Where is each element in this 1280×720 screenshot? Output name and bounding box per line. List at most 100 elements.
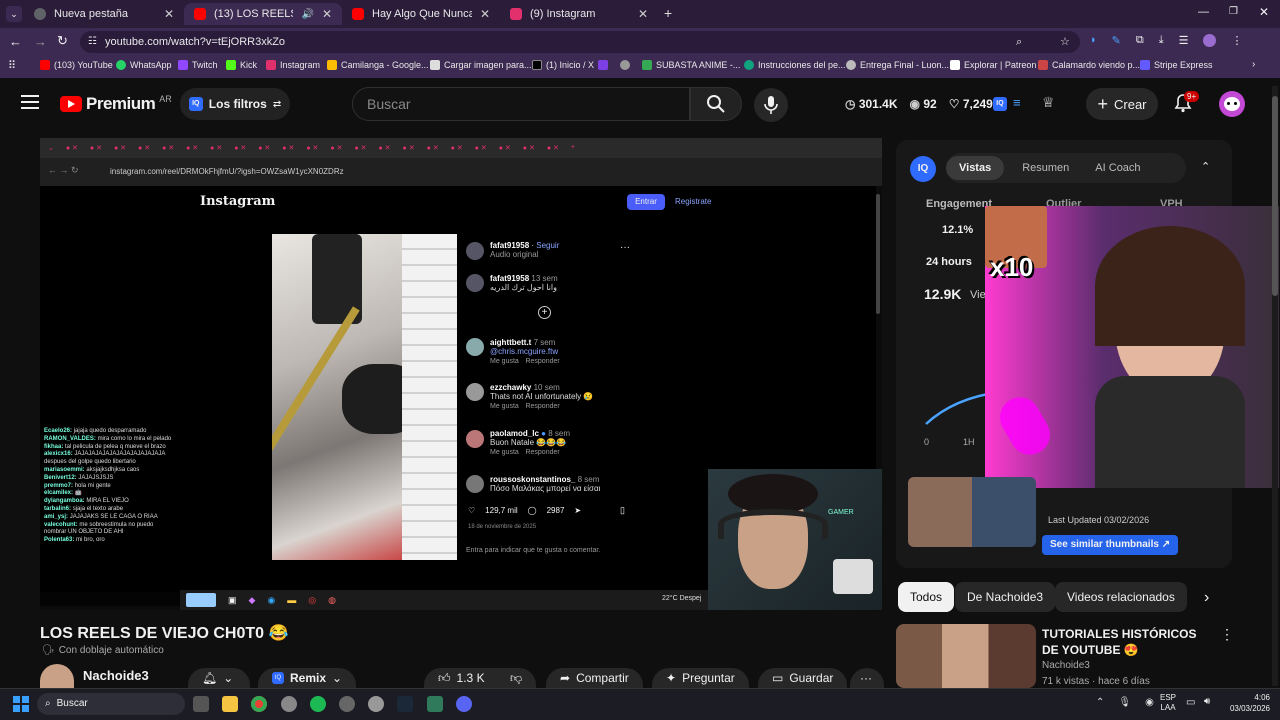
more-bookmarks-icon[interactable]: › (1252, 59, 1255, 70)
chip-videos-relacionados[interactable]: Videos relacionados (1055, 582, 1187, 612)
bookmark-kick[interactable]: Kick (226, 60, 257, 70)
collapse-icon[interactable]: ⌃ (1201, 160, 1210, 173)
bookmark-cargar[interactable]: Cargar imagen para... (430, 60, 532, 70)
tab-new[interactable]: Nueva pestaña ✕ (24, 3, 184, 25)
windows-start-icon[interactable] (13, 696, 29, 712)
login-button[interactable]: Entrar (627, 194, 665, 210)
create-button[interactable]: + Crear (1086, 88, 1158, 120)
save-post-icon[interactable]: ▯ (620, 505, 625, 516)
menu-list-icon[interactable]: ☰ (1179, 34, 1189, 47)
chips-next-icon[interactable]: › (1204, 589, 1209, 607)
bookmark-subasta[interactable]: SUBASTA ANIME -... (642, 60, 740, 70)
bookmark-calamardo[interactable]: Calamardo viendo p... (1038, 60, 1140, 70)
back-icon[interactable]: ← (9, 34, 22, 49)
chevron-up-icon[interactable]: ⌃ (1096, 697, 1104, 708)
bookmark-twitch[interactable]: Twitch (178, 60, 218, 70)
close-icon[interactable]: ✕ (164, 7, 174, 21)
forward-icon[interactable]: → (34, 34, 47, 49)
zoom-icon[interactable]: ⌕ (1016, 31, 1022, 53)
similar-thumbnails-button[interactable]: See similar thumbnails ↗ (1042, 535, 1179, 555)
rec-menu-icon[interactable]: ⋮ (1220, 626, 1234, 643)
extension-icon[interactable]: ✎ (1112, 34, 1121, 47)
iq-extension-icon[interactable]: IQ (993, 97, 1007, 111)
bookmark-star-icon[interactable]: ☆ (1060, 31, 1070, 53)
thumbnail-preview[interactable] (908, 477, 1036, 547)
puzzle-icon[interactable]: ⧉ (1136, 34, 1144, 47)
folder-icon[interactable] (222, 696, 238, 712)
bookmark-instagram[interactable]: Instagram (266, 60, 320, 70)
close-icon[interactable]: ✕ (322, 7, 332, 21)
site-info-icon[interactable]: ☷ (88, 31, 97, 53)
notifications-button[interactable]: 9+ (1174, 91, 1200, 118)
voice-search-button[interactable] (754, 88, 788, 122)
tab-resumen[interactable]: Resumen (1004, 156, 1087, 180)
hamburger-menu-icon[interactable] (21, 95, 39, 109)
bookmark-patreon[interactable]: Explorar | Patreon (950, 60, 1036, 70)
follow-link[interactable]: Seguir (536, 241, 559, 250)
add-comment-icon[interactable]: + (538, 306, 551, 319)
search-input[interactable]: Buscar (352, 87, 690, 121)
rec-thumbnail[interactable] (896, 624, 1036, 688)
bookmark-entrega[interactable]: Entrega Final - Luon... (846, 60, 949, 70)
bookmark-globe[interactable] (620, 60, 630, 70)
ask-button[interactable]: ✦ Preguntar (652, 668, 749, 688)
chip-todos[interactable]: Todos (898, 582, 955, 612)
reel-video[interactable] (272, 234, 457, 560)
page-scrollbar[interactable] (1272, 86, 1278, 686)
extension-icon[interactable]: ◗ (1090, 34, 1097, 47)
share-icon[interactable]: ➤ (574, 506, 581, 515)
volume-icon[interactable]: 🔊︎ (1204, 696, 1210, 707)
remix-button[interactable]: IQ Remix ⌄ (258, 668, 357, 688)
rec-title[interactable]: TUTORIALES HISTÓRICOS DE YOUTUBE 😍 (1042, 626, 1212, 658)
chip-de-nachoide3[interactable]: De Nachoide3 (955, 582, 1056, 612)
bookmark-purple[interactable] (598, 60, 608, 70)
tab-search-icon[interactable]: ⌄ (6, 6, 22, 22)
bookmark-stripe[interactable]: Stripe Express (1140, 60, 1213, 70)
download-icon[interactable]: ⤓ (1159, 34, 1164, 47)
terminal-icon[interactable] (427, 696, 443, 712)
tab-ai-coach[interactable]: AI Coach (1087, 156, 1148, 180)
close-icon[interactable]: ✕ (480, 7, 490, 21)
subscribe-bell-button[interactable]: 🔔︎ ⌄ (188, 668, 250, 688)
app-icon[interactable] (339, 696, 355, 712)
heart-icon[interactable]: ♡ (468, 506, 475, 515)
app-icon[interactable] (193, 696, 209, 712)
dislike-button[interactable]: 👎︎ (496, 668, 537, 688)
tab-vistas[interactable]: Vistas (946, 156, 1005, 180)
language-indicator[interactable]: ESP LAA (1160, 693, 1176, 713)
metric-engagement[interactable]: Engagement (926, 198, 992, 210)
more-options-icon[interactable]: ··· (620, 242, 630, 253)
bookmark-youtube[interactable]: (103) YouTube (40, 60, 113, 70)
reload-icon[interactable]: ↻ (57, 33, 68, 49)
rec-channel[interactable]: Nachoide3 (1042, 660, 1090, 671)
clock[interactable]: 4:06 03/03/2026 (1224, 692, 1270, 714)
discord-icon[interactable] (456, 696, 472, 712)
apps-icon[interactable]: ⠿ (8, 59, 16, 72)
register-link[interactable]: Registrate (675, 197, 711, 206)
close-icon[interactable]: ✕ (638, 7, 648, 21)
app-tray-icon[interactable]: ◉ (1145, 697, 1154, 708)
video-player[interactable]: ⌄ ● ✕ ● ✕ ● ✕ ● ✕ ● ✕ ● ✕ ● ✕ ● ✕ ● ✕ ● ✕ ● ✕ ● ✕ ● ✕… (40, 138, 882, 610)
bookmark-x[interactable]: (1) Inicio / X (532, 60, 594, 70)
filters-button[interactable]: IQ Los filtros ⇄ (180, 88, 290, 120)
search-button[interactable] (690, 87, 742, 121)
save-button[interactable]: ▭ Guardar (758, 668, 848, 688)
taskbar-search[interactable]: ⌕ Buscar (37, 693, 185, 715)
bookmark-google-drive[interactable]: Camilanga - Google... (327, 60, 429, 70)
like-button[interactable]: 👍︎ 1.3 K (424, 668, 499, 688)
kebab-menu-icon[interactable]: ⋮ (1231, 34, 1242, 47)
steam-icon[interactable] (397, 696, 413, 712)
channel-avatar[interactable] (40, 664, 74, 688)
minimize-button[interactable]: — (1198, 6, 1209, 18)
youtube-premium-logo[interactable]: Premium AR (60, 94, 172, 114)
account-avatar[interactable] (1219, 91, 1245, 117)
app-icon[interactable] (368, 696, 384, 712)
maximize-button[interactable]: ❐ (1229, 6, 1238, 17)
list-icon[interactable]: ≡ (1013, 95, 1021, 110)
tab-youtube-2[interactable]: Hay Algo Que Nunca Les Dije - ✕ (342, 3, 500, 25)
network-icon[interactable]: ▭ (1186, 697, 1195, 708)
new-tab-button[interactable]: + (664, 5, 672, 21)
bookmark-whatsapp[interactable]: WhatsApp (116, 60, 172, 70)
period-selector[interactable]: 24 hours (926, 256, 972, 268)
tab-youtube-video[interactable]: (13) LOS REELS DE VIEJO CH 🔊 ✕ (184, 3, 342, 25)
